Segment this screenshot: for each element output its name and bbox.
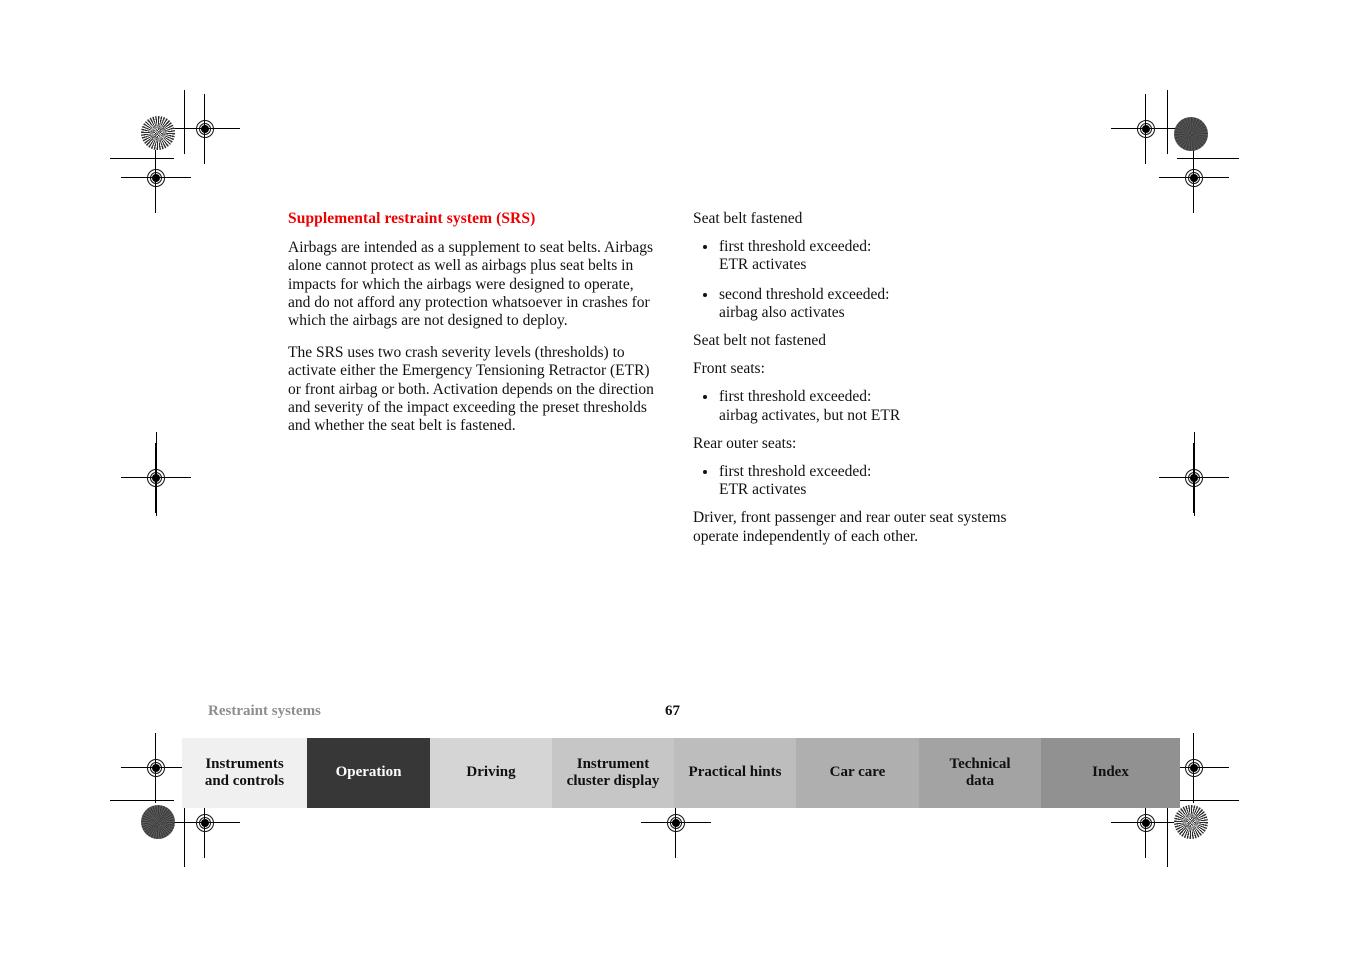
footer-chapter-name: Restraint systems: [208, 703, 321, 719]
tab-label-line-2: data: [965, 773, 995, 789]
tab-instruments-and-controls[interactable]: Instruments and controls: [182, 738, 307, 808]
tab-label-line-2: and controls: [204, 773, 285, 789]
tab-label-line-1: Technical: [949, 755, 1011, 772]
list-item: first threshold exceeded: airbag activat…: [693, 388, 1053, 424]
paragraph-srs-thresholds: The SRS uses two crash severity levels (…: [288, 344, 654, 435]
printed-page: Supplemental restraint system (SRS) Airb…: [0, 0, 1351, 954]
bullet-line-2: airbag activates, but not ETR: [719, 406, 901, 424]
bullet-line-1: first threshold exceeded:: [719, 463, 872, 481]
bullet-line-1: first threshold exceeded:: [719, 238, 872, 256]
footer: Restraint systems 67: [208, 703, 1180, 723]
tab-instrument-cluster-display[interactable]: Instrument cluster display: [552, 738, 674, 808]
page-number: 67: [665, 703, 680, 719]
tab-label: Driving: [466, 764, 516, 781]
label-front-seats: Front seats:: [693, 360, 765, 378]
tab-label: Operation: [335, 764, 402, 781]
tab-operation[interactable]: Operation: [307, 738, 430, 808]
tab-label: Practical hints: [688, 764, 782, 781]
tab-label-line-1: Instruments: [205, 755, 284, 772]
list-item: second threshold exceeded: airbag also a…: [693, 286, 1053, 322]
tab-label: Index: [1092, 764, 1129, 781]
list-front-seats: first threshold exceeded: airbag activat…: [693, 388, 1053, 424]
list-rear-outer-seats: first threshold exceeded: ETR activates: [693, 463, 1053, 499]
tab-technical-data[interactable]: Technical data: [919, 738, 1041, 808]
chapter-tab-bar: Instruments and controls Operation Drivin…: [182, 738, 1180, 808]
tab-driving[interactable]: Driving: [430, 738, 552, 808]
bullet-line-1: second threshold exceeded:: [719, 285, 890, 303]
page-content: Supplemental restraint system (SRS) Airb…: [0, 0, 1351, 954]
bullet-icon: [703, 292, 707, 297]
page-title: Supplemental restraint system (SRS): [288, 210, 536, 227]
list-seat-belt-fastened: first threshold exceeded: ETR activates …: [693, 238, 1053, 322]
right-column: Seat belt fastened first threshold excee…: [693, 210, 1053, 546]
tab-label: Car care: [829, 764, 886, 781]
bullet-icon: [703, 470, 707, 475]
paragraph-independent-systems: Driver, front passenger and rear outer s…: [693, 509, 1007, 545]
list-item: first threshold exceeded: ETR activates: [693, 463, 1053, 499]
list-item: first threshold exceeded: ETR activates: [693, 238, 1053, 274]
heading-seat-belt-not-fastened: Seat belt not fastened: [693, 332, 826, 350]
bullet-icon: [703, 395, 707, 400]
label-rear-outer-seats: Rear outer seats:: [693, 434, 797, 452]
tab-label-line-2: cluster display: [566, 773, 660, 789]
tab-label-line-1: Instrument: [576, 755, 650, 772]
bullet-line-2: airbag also activates: [719, 303, 845, 321]
heading-seat-belt-fastened: Seat belt fastened: [693, 210, 803, 227]
tab-practical-hints[interactable]: Practical hints: [674, 738, 796, 808]
left-column: Supplemental restraint system (SRS) Airb…: [288, 210, 658, 435]
bullet-line-2: ETR activates: [719, 256, 807, 274]
bullet-icon: [703, 245, 707, 250]
tab-car-care[interactable]: Car care: [796, 738, 919, 808]
bullet-line-2: ETR activates: [719, 481, 807, 499]
tab-index[interactable]: Index: [1041, 738, 1180, 808]
bullet-line-1: first threshold exceeded:: [719, 388, 872, 406]
paragraph-airbags-supplement: Airbags are intended as a supplement to …: [288, 239, 654, 330]
